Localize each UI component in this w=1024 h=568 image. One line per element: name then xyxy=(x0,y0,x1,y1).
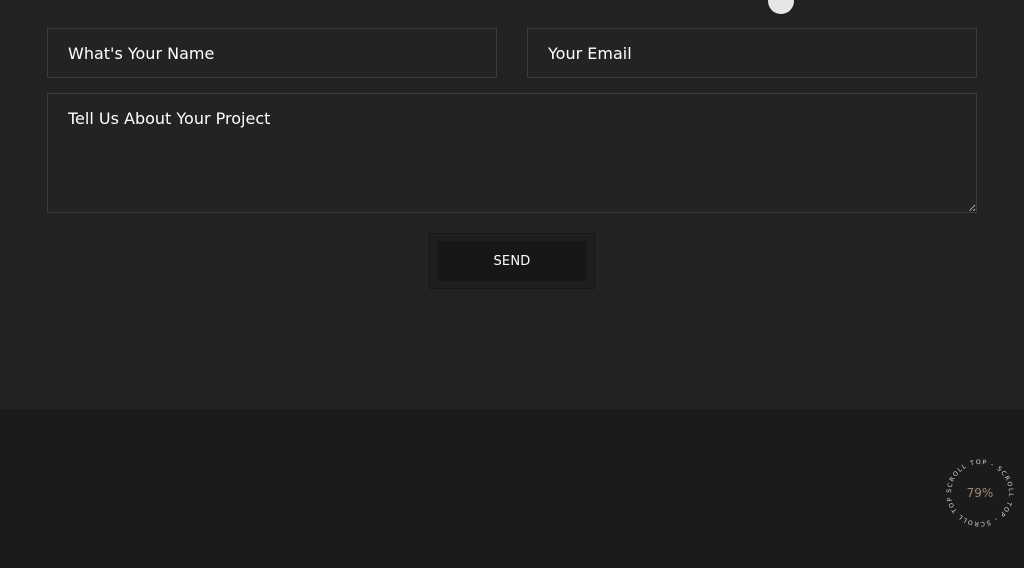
email-input[interactable] xyxy=(527,28,977,78)
cursor-circle xyxy=(768,0,794,14)
name-input[interactable] xyxy=(47,28,497,78)
contact-section: SEND xyxy=(0,0,1024,409)
page: SEND SCROLL TOP - SCROLL TOP - SCROLL TO… xyxy=(0,0,1024,568)
scroll-top-button[interactable]: SCROLL TOP - SCROLL TOP - SCROLL TOP - 7… xyxy=(944,457,1016,529)
footer xyxy=(0,409,1024,568)
send-button[interactable]: SEND xyxy=(437,241,587,281)
send-button-frame: SEND xyxy=(429,233,595,289)
project-message-textarea[interactable] xyxy=(47,93,977,213)
scroll-progress-percent: 79% xyxy=(966,486,994,500)
